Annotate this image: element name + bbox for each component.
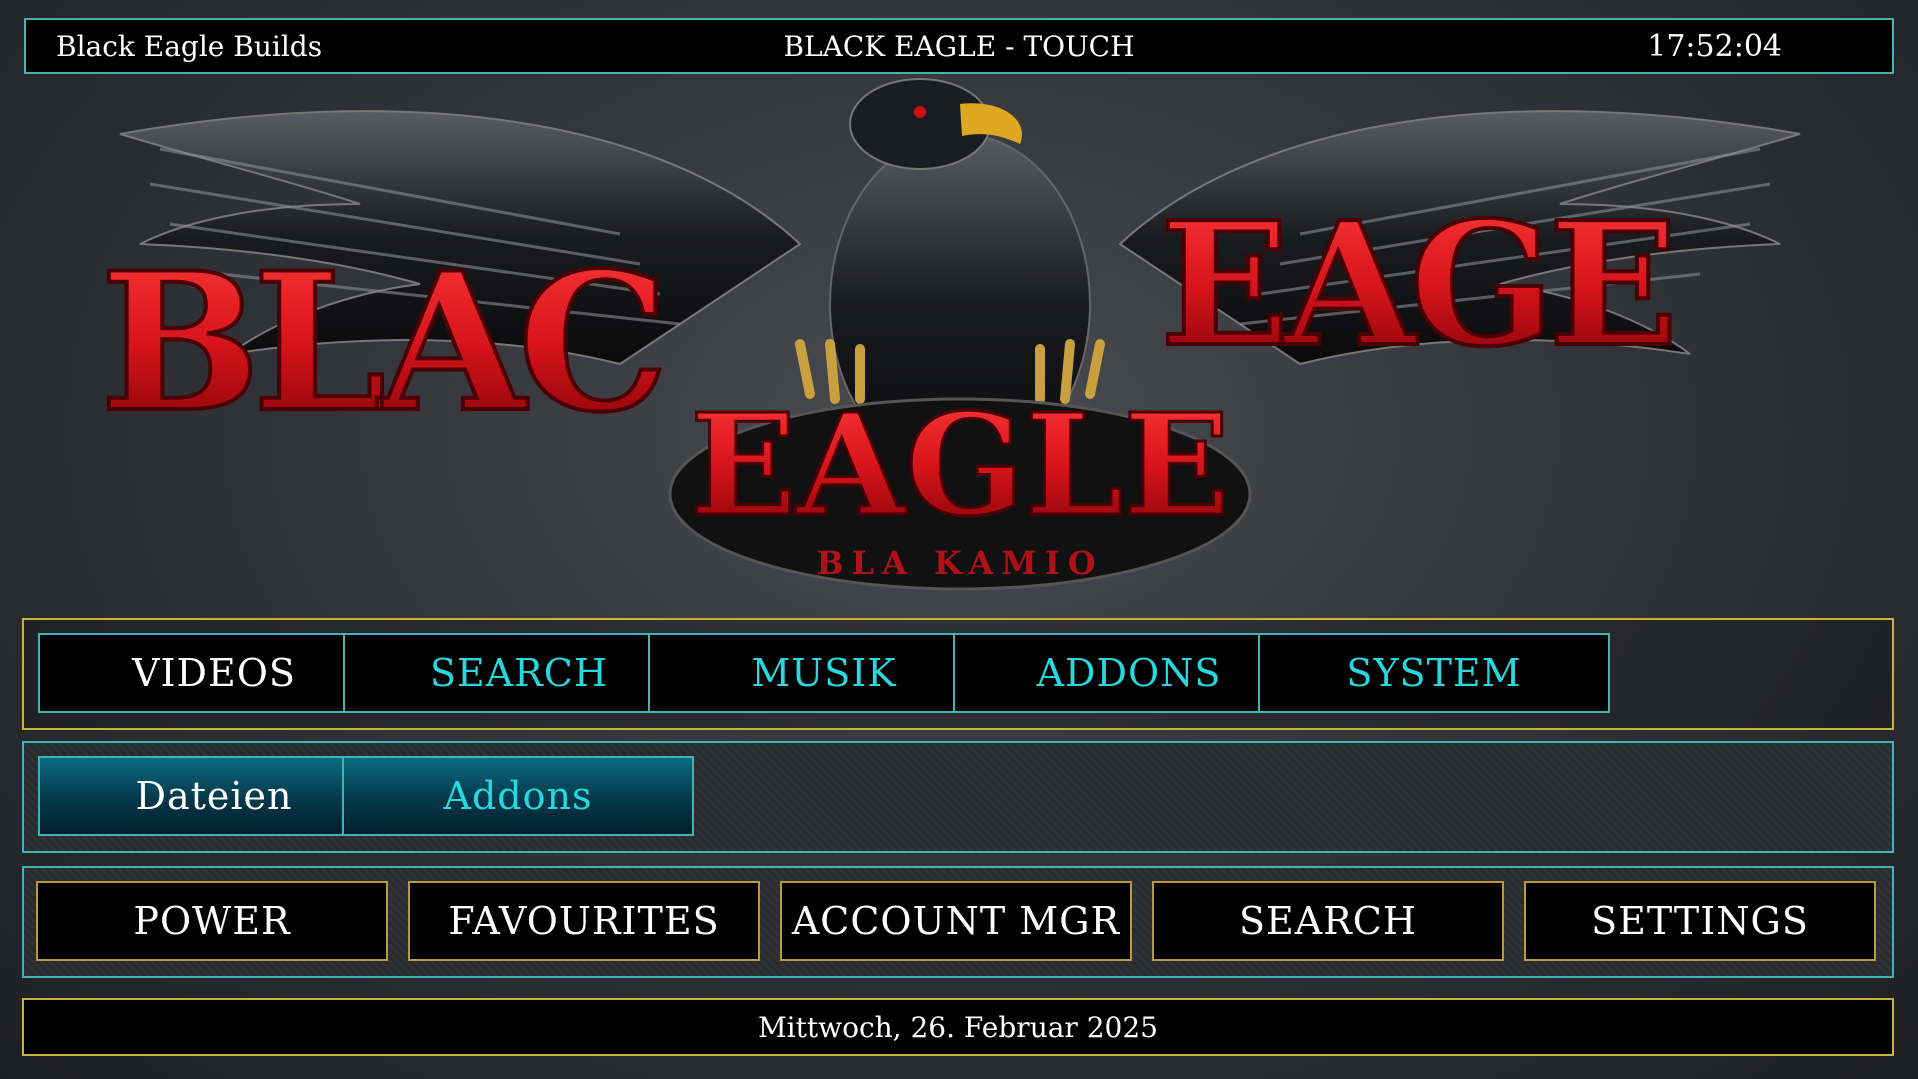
skin-title: BLACK EAGLE - TOUCH <box>783 29 1135 63</box>
sub-menu: Dateien Addons <box>22 741 1894 853</box>
menu-system-button[interactable]: SYSTEM <box>1258 633 1610 713</box>
menu-videos-button[interactable]: VIDEOS <box>38 633 390 713</box>
date-bar: Mittwoch, 26. Februar 2025 <box>22 998 1894 1056</box>
account-mgr-button[interactable]: ACCOUNT MGR <box>780 881 1132 961</box>
menu-musik-button[interactable]: MUSIK <box>648 633 1000 713</box>
clock: 17:52:04 <box>1647 28 1782 64</box>
bottom-menu: POWER FAVOURITES ACCOUNT MGR SEARCH SETT… <box>22 866 1894 978</box>
settings-button[interactable]: SETTINGS <box>1524 881 1876 961</box>
submenu-dateien-button[interactable]: Dateien <box>38 756 390 836</box>
submenu-addons-button[interactable]: Addons <box>342 756 694 836</box>
svg-text:BLA KAMIO: BLA KAMIO <box>816 544 1103 582</box>
top-bar: Black Eagle Builds BLACK EAGLE - TOUCH 1… <box>24 18 1894 74</box>
power-button[interactable]: POWER <box>36 881 388 961</box>
main-menu: VIDEOS SEARCH MUSIK ADDONS SYSTEM <box>22 618 1894 730</box>
search-button[interactable]: SEARCH <box>1152 881 1504 961</box>
svg-text:BLAC: BLAC <box>100 231 661 454</box>
menu-search-button[interactable]: SEARCH <box>343 633 695 713</box>
black-eagle-logo: BLAC EAGE EAGLE BLA KAMIO <box>98 74 1820 614</box>
svg-text:EAGE: EAGE <box>1160 185 1672 385</box>
favourites-button[interactable]: FAVOURITES <box>408 881 760 961</box>
svg-text:EAGLE: EAGLE <box>690 384 1230 548</box>
date-text: Mittwoch, 26. Februar 2025 <box>758 1010 1158 1044</box>
menu-addons-button[interactable]: ADDONS <box>953 633 1305 713</box>
